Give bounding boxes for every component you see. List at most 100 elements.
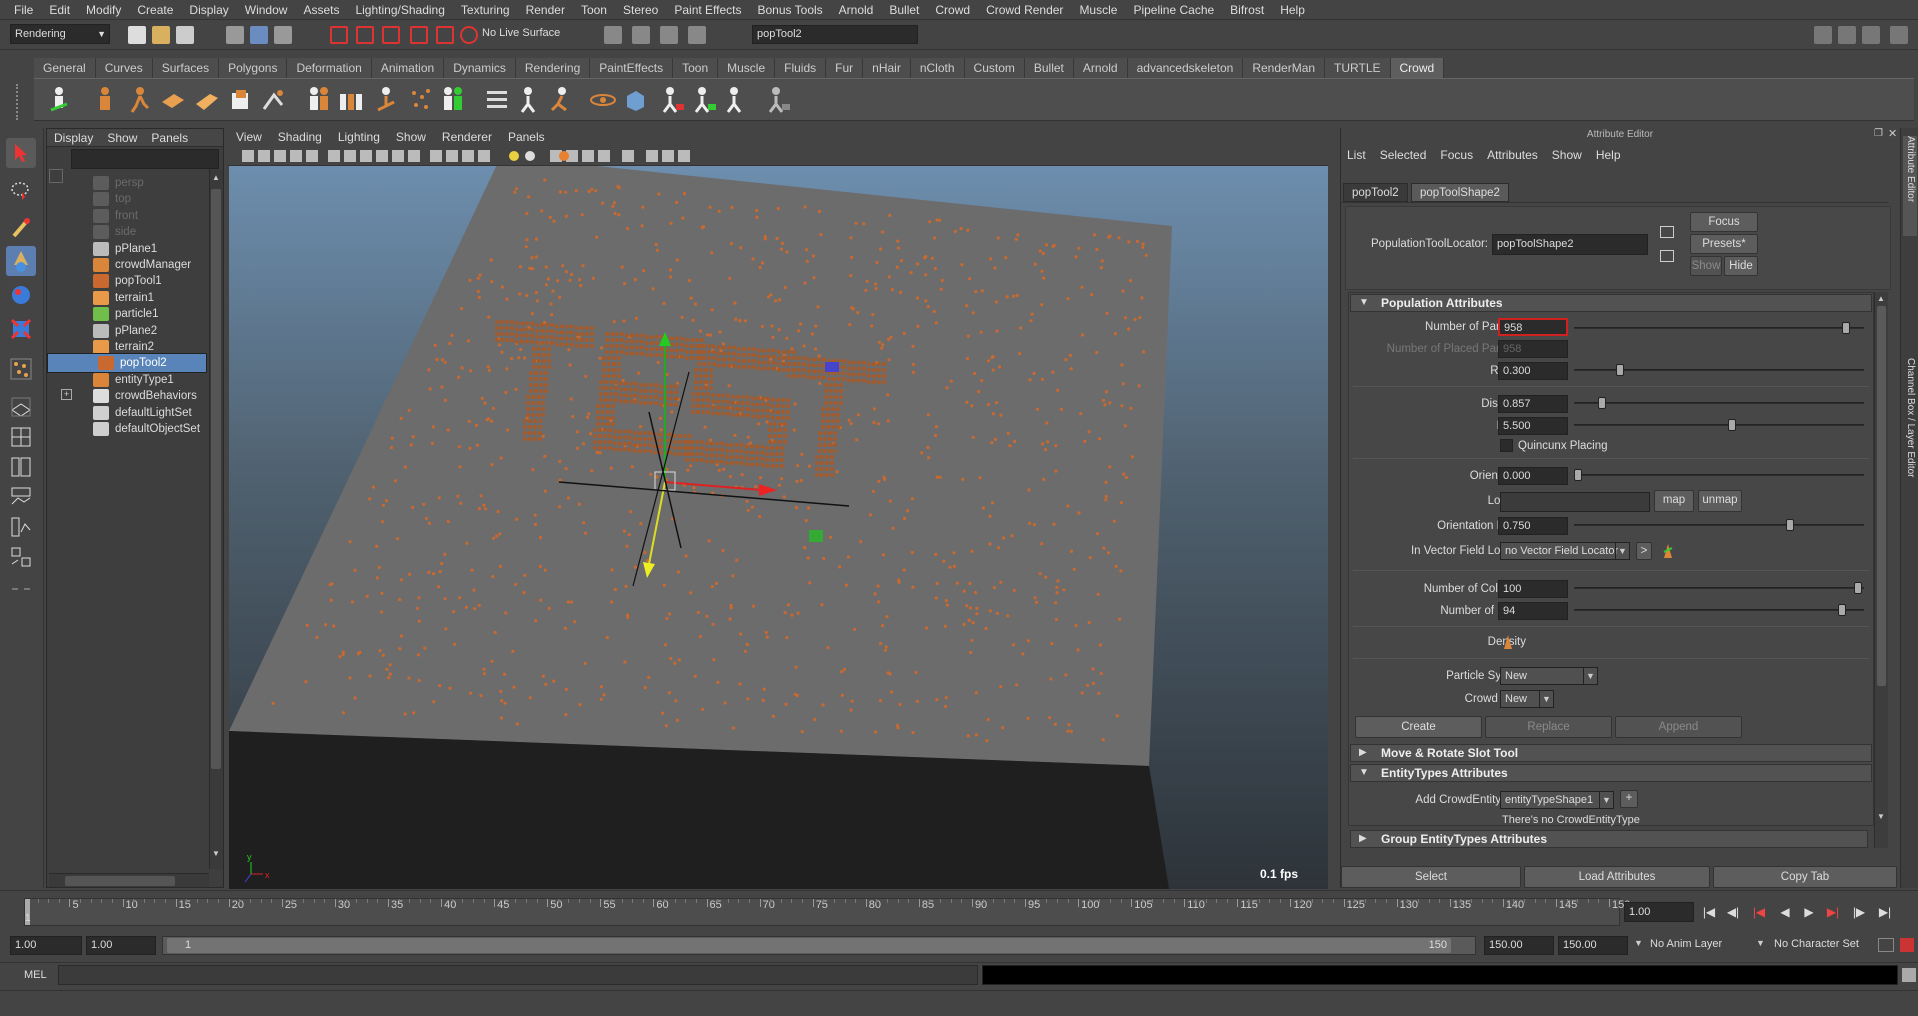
step-back-key-icon[interactable]: ◀| <box>1722 902 1744 922</box>
live-surface-icon[interactable] <box>460 26 478 44</box>
vector-field-dropdown[interactable]: no Vector Field Locator ▼ <box>1500 542 1630 560</box>
menu-crowd[interactable]: Crowd <box>927 0 978 20</box>
menu-crowd-render[interactable]: Crowd Render <box>978 0 1071 20</box>
toolbox-option-icon[interactable] <box>6 574 36 604</box>
load-attributes-button[interactable]: Load Attributes <box>1524 866 1710 888</box>
tab-poptool2[interactable]: popTool2 <box>1343 183 1408 202</box>
distance-field[interactable]: 0.857 <box>1498 395 1568 413</box>
menu-edit[interactable]: Edit <box>41 0 78 20</box>
quincunx-checkbox[interactable] <box>1500 439 1513 452</box>
animation-end-field[interactable]: 150.00 <box>1558 936 1628 955</box>
rows-field[interactable]: 94 <box>1498 602 1568 620</box>
render-frame-icon[interactable] <box>632 26 650 44</box>
step-forward-frame-icon[interactable]: ▶| <box>1822 902 1844 922</box>
toggle-tool-settings-icon[interactable] <box>1862 26 1880 44</box>
shelf-tab-nhair[interactable]: nHair <box>863 58 911 78</box>
shelf-tab-renderman[interactable]: RenderMan <box>1243 58 1326 78</box>
crowd-tool-icon[interactable] <box>44 85 74 115</box>
entity-type-icon[interactable] <box>90 85 120 115</box>
scroll-down-icon[interactable]: ▼ <box>1877 812 1885 821</box>
append-button[interactable]: Append <box>1615 716 1742 738</box>
shelf-tab-arnold[interactable]: Arnold <box>1073 58 1128 78</box>
toggle-channel-box-icon[interactable] <box>1890 26 1908 44</box>
particle-system-dropdown[interactable]: New ▼ <box>1500 667 1598 685</box>
scroll-down-icon[interactable]: ▼ <box>212 849 220 858</box>
scroll-up-icon[interactable]: ▲ <box>212 173 220 182</box>
agent-pair-icon[interactable] <box>304 85 334 115</box>
menu-bifrost[interactable]: Bifrost <box>1222 0 1272 20</box>
add-entity-plus-button[interactable]: + <box>1620 790 1638 808</box>
num-particles-field[interactable]: 958 <box>1498 318 1568 336</box>
menu-assets[interactable]: Assets <box>295 0 347 20</box>
snap-surface-icon[interactable] <box>436 26 454 44</box>
agent-group-icon[interactable] <box>338 85 368 115</box>
particle-burst-icon[interactable] <box>406 85 436 115</box>
ae-menu-show[interactable]: Show <box>1545 148 1589 162</box>
density-paint-icon[interactable] <box>1500 633 1516 651</box>
radius-field[interactable]: 0.300 <box>1498 362 1568 380</box>
columns-field[interactable]: 100 <box>1498 580 1568 598</box>
menu-create[interactable]: Create <box>129 0 181 20</box>
play-forward-icon[interactable]: ▶ <box>1798 902 1820 922</box>
distance-slider[interactable] <box>1574 397 1864 409</box>
num-particles-slider[interactable] <box>1574 322 1864 334</box>
section-population-attributes[interactable]: ▼ Population Attributes <box>1350 294 1872 312</box>
snap-grid-icon[interactable] <box>330 26 348 44</box>
select-hierarchy-icon[interactable] <box>226 26 244 44</box>
render-settings-icon[interactable] <box>688 26 706 44</box>
focus-button[interactable]: Focus <box>1690 212 1758 232</box>
shelf-tab-deformation[interactable]: Deformation <box>287 58 372 78</box>
select-button[interactable]: Select <box>1341 866 1521 888</box>
shelf-tab-bullet[interactable]: Bullet <box>1024 58 1074 78</box>
ae-menu-help[interactable]: Help <box>1589 148 1628 162</box>
step-forward-key-icon[interactable]: |▶ <box>1848 902 1870 922</box>
vector-field-next-button[interactable]: > <box>1636 542 1652 560</box>
orbit-icon[interactable] <box>588 85 618 115</box>
shelf-tab-curves[interactable]: Curves <box>95 58 153 78</box>
preferences-icon[interactable] <box>1900 938 1914 952</box>
output-connection-icon[interactable] <box>1660 250 1674 262</box>
menu-bullet[interactable]: Bullet <box>881 0 927 20</box>
slider-knob[interactable] <box>1854 582 1862 594</box>
menu-window[interactable]: Window <box>237 0 296 20</box>
agent-selection-icon[interactable] <box>438 85 468 115</box>
shelf-tab-crowd[interactable]: Crowd <box>1390 58 1445 78</box>
menu-stereo[interactable]: Stereo <box>615 0 666 20</box>
float-panel-icon[interactable]: ❐ <box>1874 128 1883 139</box>
snap-view-icon[interactable] <box>410 26 428 44</box>
cube-icon[interactable] <box>620 85 650 115</box>
command-input[interactable] <box>58 965 978 985</box>
object-name-field[interactable]: popTool2 <box>752 25 918 44</box>
outliner-scrollbar[interactable]: ▲ ▼ <box>209 169 223 869</box>
outliner-search-input[interactable] <box>71 149 219 169</box>
select-object-icon[interactable] <box>250 26 268 44</box>
menu-pipeline-cache[interactable]: Pipeline Cache <box>1125 0 1222 20</box>
key-icon[interactable] <box>1878 938 1894 952</box>
hypershade-icon[interactable] <box>6 542 36 572</box>
current-frame-field[interactable]: 1.00 <box>1624 902 1694 922</box>
shelf-tab-fur[interactable]: Fur <box>826 58 864 78</box>
outliner-scroll-thumb[interactable] <box>211 189 221 769</box>
shelf-tab-polygons[interactable]: Polygons <box>219 58 288 78</box>
expand-icon[interactable]: + <box>61 389 72 401</box>
snap-point-icon[interactable] <box>382 26 400 44</box>
menu-help[interactable]: Help <box>1272 0 1313 20</box>
agent-rig-icon[interactable] <box>372 85 402 115</box>
radius-slider[interactable] <box>1574 364 1864 376</box>
section-group-entity-types[interactable]: ▶ Group EntityTypes Attributes <box>1350 830 1868 848</box>
shelf-tab-turtle[interactable]: TURTLE <box>1325 58 1391 78</box>
show-button[interactable]: Show <box>1690 256 1722 276</box>
menu-texturing[interactable]: Texturing <box>453 0 518 20</box>
slider-knob[interactable] <box>1838 604 1846 616</box>
ae-menu-attributes[interactable]: Attributes <box>1480 148 1545 162</box>
save-scene-icon[interactable] <box>176 26 194 44</box>
last-tool-icon[interactable] <box>6 354 36 384</box>
viewport-menu-view[interactable]: View <box>228 130 270 144</box>
outliner-menu-panels[interactable]: Panels <box>144 131 195 145</box>
graph-editor-icon[interactable] <box>6 512 36 542</box>
shelf-tab-dynamics[interactable]: Dynamics <box>444 58 516 78</box>
shelf-tab-general[interactable]: General <box>34 58 96 78</box>
outliner-layout-icon[interactable] <box>6 452 36 482</box>
menu-file[interactable]: File <box>6 0 41 20</box>
snap-curve-icon[interactable] <box>356 26 374 44</box>
